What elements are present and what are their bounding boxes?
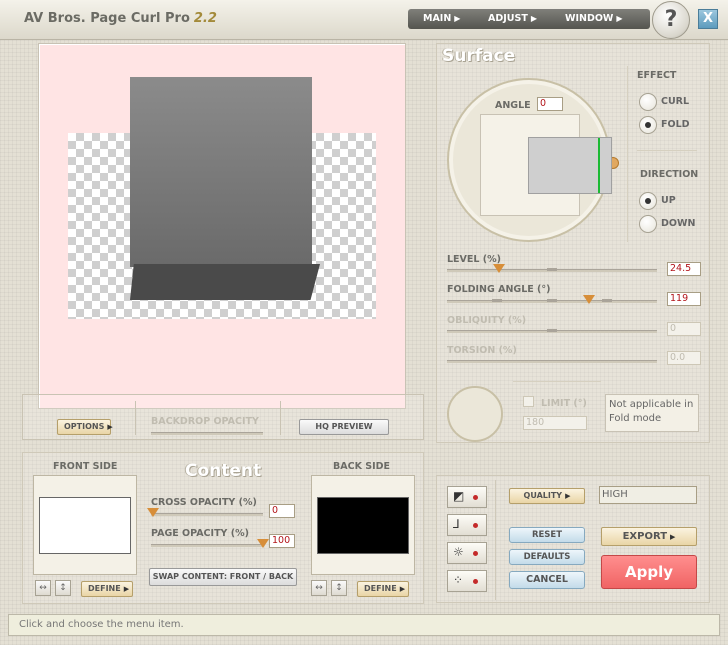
sun-icon: ☼ bbox=[453, 545, 464, 559]
flip-vertical-icon[interactable]: ↕ bbox=[331, 580, 347, 596]
back-define-button[interactable]: DEFINE ▶ bbox=[357, 581, 409, 597]
texture-tool-button[interactable]: ⁘ bbox=[447, 570, 487, 592]
options-strip: OPTIONS ▶ BACKDROP OPACITY HQ PREVIEW bbox=[22, 394, 424, 440]
torsion-slider bbox=[447, 360, 657, 363]
flip-vertical-icon[interactable]: ↕ bbox=[55, 580, 71, 596]
direction-up-label: UP bbox=[661, 195, 676, 206]
title-bar: AV Bros. Page Curl Pro 2.2 MAIN ▶ ADJUST ▶ … bbox=[0, 0, 728, 40]
status-bar: Click and choose the menu item. bbox=[8, 614, 720, 636]
cross-opacity-slider[interactable] bbox=[147, 508, 263, 517]
surface-title: Surface bbox=[442, 46, 516, 66]
flip-horizontal-icon[interactable]: ↔ bbox=[35, 580, 51, 596]
effect-fold-radio[interactable] bbox=[639, 116, 657, 134]
level-slider[interactable] bbox=[447, 264, 657, 273]
angle-preview bbox=[480, 114, 612, 216]
app-title: AV Bros. Page Curl Pro 2.2 bbox=[24, 11, 217, 26]
folding-angle-slider-thumb[interactable] bbox=[583, 295, 595, 304]
folding-angle-value[interactable]: 119 bbox=[667, 292, 701, 306]
app-version: 2.2 bbox=[193, 11, 217, 26]
limit-dial bbox=[447, 386, 503, 442]
page-opacity-slider-thumb[interactable] bbox=[257, 539, 269, 548]
torsion-label: TORSION (%) bbox=[447, 345, 517, 356]
folding-angle-slider[interactable] bbox=[447, 295, 657, 304]
back-side-frame bbox=[311, 475, 415, 575]
page-opacity-slider[interactable] bbox=[151, 539, 269, 548]
back-side-label: BACK SIDE bbox=[333, 461, 390, 472]
effect-label: EFFECT bbox=[637, 70, 677, 81]
angle-value[interactable]: 0 bbox=[537, 97, 563, 111]
axes-icon: ⅃ bbox=[453, 517, 460, 531]
effect-curl-radio[interactable] bbox=[639, 93, 657, 111]
flip-horizontal-icon[interactable]: ↔ bbox=[311, 580, 327, 596]
light-tool-button[interactable]: ☼ bbox=[447, 542, 487, 564]
obliquity-value: 0 bbox=[667, 322, 701, 336]
cross-opacity-slider-thumb[interactable] bbox=[147, 508, 159, 517]
content-title: Content bbox=[185, 461, 262, 481]
angle-indicator-line bbox=[598, 138, 600, 193]
backdrop-opacity-slider bbox=[151, 432, 263, 435]
direction-up-radio[interactable] bbox=[639, 192, 657, 210]
effect-curl-label: CURL bbox=[661, 96, 690, 107]
quality-button[interactable]: QUALITY ▶ bbox=[509, 488, 585, 504]
swap-content-button[interactable]: SWAP CONTENT: FRONT / BACK bbox=[149, 568, 297, 586]
obliquity-slider bbox=[447, 329, 657, 333]
back-side-swatch[interactable] bbox=[317, 497, 409, 554]
options-button[interactable]: OPTIONS ▶ bbox=[57, 419, 113, 435]
surface-icon: ◩ bbox=[453, 489, 465, 503]
menu-main[interactable]: MAIN ▶ bbox=[423, 13, 460, 24]
apply-button[interactable]: Apply bbox=[601, 555, 697, 589]
angle-preview-field bbox=[528, 137, 612, 194]
page-fold-preview bbox=[130, 264, 320, 300]
angle-label: ANGLE bbox=[495, 100, 531, 111]
folding-angle-label: FOLDING ANGLE (°) bbox=[447, 284, 551, 295]
limit-note: Not applicable in Fold mode bbox=[605, 394, 699, 432]
help-button[interactable]: ? bbox=[652, 1, 690, 39]
hq-preview-button[interactable]: HQ PREVIEW bbox=[299, 419, 389, 435]
menu-bar: MAIN ▶ ADJUST ▶ WINDOW ▶ bbox=[408, 9, 650, 29]
content-panel: Content FRONT SIDE ↔ ↕ DEFINE ▶ CROSS OPA… bbox=[22, 452, 424, 604]
close-button[interactable]: X bbox=[698, 9, 718, 29]
surface-tool-button[interactable]: ◩ bbox=[447, 486, 487, 508]
front-side-label: FRONT SIDE bbox=[53, 461, 118, 472]
front-side-frame bbox=[33, 475, 137, 575]
preview-canvas[interactable] bbox=[38, 43, 406, 409]
grid-dots-icon: ⁘ bbox=[453, 573, 464, 587]
action-panel: ◩ ⅃ ☼ ⁘ QUALITY ▶ HIGH RESET DEFAULTS CAN… bbox=[436, 475, 710, 603]
direction-label: DIRECTION bbox=[640, 169, 699, 180]
axes-tool-button[interactable]: ⅃ bbox=[447, 514, 487, 536]
menu-window[interactable]: WINDOW ▶ bbox=[565, 13, 623, 24]
cancel-button[interactable]: CANCEL bbox=[509, 571, 585, 589]
cross-opacity-value[interactable]: 0 bbox=[269, 504, 295, 518]
app-name: AV Bros. Page Curl Pro bbox=[24, 11, 190, 26]
page-opacity-value[interactable]: 100 bbox=[269, 534, 295, 548]
level-value[interactable]: 24.5 bbox=[667, 262, 701, 276]
surface-panel: Surface ANGLE 0 EFFECT CURL FOLD DIRECTI… bbox=[436, 43, 710, 443]
front-define-button[interactable]: DEFINE ▶ bbox=[81, 581, 133, 597]
level-slider-thumb[interactable] bbox=[493, 264, 505, 273]
cross-opacity-label: CROSS OPACITY (%) bbox=[151, 497, 257, 508]
obliquity-label: OBLIQUITY (%) bbox=[447, 315, 527, 326]
page-preview bbox=[130, 77, 312, 267]
quality-value: HIGH bbox=[599, 486, 697, 504]
limit-checkbox bbox=[523, 396, 534, 407]
limit-value: 180 bbox=[523, 416, 587, 430]
export-button[interactable]: EXPORT ▶ bbox=[601, 527, 697, 546]
direction-down-radio[interactable] bbox=[639, 215, 657, 233]
reset-button[interactable]: RESET bbox=[509, 527, 585, 543]
direction-down-label: DOWN bbox=[661, 218, 696, 229]
menu-adjust[interactable]: ADJUST ▶ bbox=[488, 13, 537, 24]
effect-fold-label: FOLD bbox=[661, 119, 690, 130]
limit-label: LIMIT (°) bbox=[541, 398, 587, 409]
backdrop-opacity-label: BACKDROP OPACITY bbox=[151, 416, 259, 427]
page-opacity-label: PAGE OPACITY (%) bbox=[151, 528, 249, 539]
torsion-value: 0.0 bbox=[667, 351, 701, 365]
defaults-button[interactable]: DEFAULTS bbox=[509, 549, 585, 565]
front-side-swatch[interactable] bbox=[39, 497, 131, 554]
